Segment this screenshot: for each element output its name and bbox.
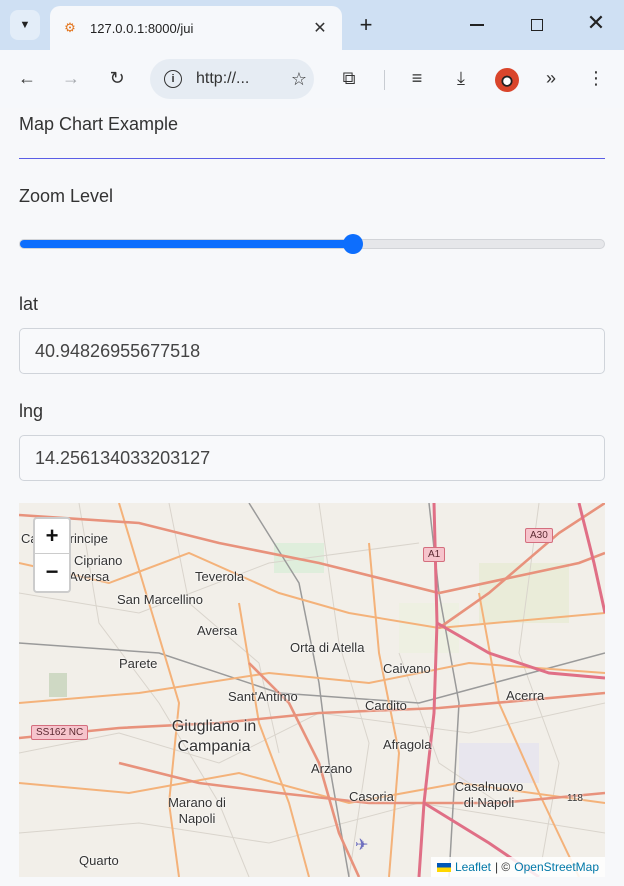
openstreetmap-link[interactable]: OpenStreetMap	[514, 860, 599, 874]
map-label: Casalnuovo di Napoli	[454, 779, 524, 810]
map-attribution: Leaflet | © OpenStreetMap	[430, 857, 605, 877]
road-shield: A30	[525, 528, 553, 543]
page-content: Map Chart Example Zoom Level lat lng	[0, 108, 624, 886]
url-text[interactable]: http://...	[196, 70, 284, 88]
tab-search-dropdown[interactable]: ▼	[10, 10, 40, 40]
map-label: Afragola	[383, 737, 432, 752]
maximize-icon[interactable]	[531, 19, 543, 31]
download-icon[interactable]: ⤓	[449, 66, 473, 90]
double-chevron-icon[interactable]: »	[539, 66, 563, 90]
map-label: Caivano	[383, 661, 431, 676]
map-label: Orta di Atella	[290, 640, 365, 655]
browser-tab[interactable]: ⚙ 127.0.0.1:8000/jui ✕	[50, 6, 342, 50]
chevron-down-icon: ▼	[19, 19, 31, 31]
zoom-in-button[interactable]: +	[35, 519, 69, 554]
map-label: Aversa	[69, 569, 110, 584]
title-divider	[19, 158, 605, 159]
ukraine-flag-icon	[436, 862, 451, 872]
media-list-icon[interactable]: ≡	[405, 66, 429, 90]
star-icon[interactable]: ☆	[284, 69, 314, 90]
address-bar[interactable]: i http://... ☆	[150, 59, 314, 99]
python-favicon-icon: ⚙	[64, 20, 76, 35]
zoom-slider-thumb[interactable]	[342, 234, 363, 254]
map-label-major: Giugliano in Campania	[171, 718, 257, 755]
lat-label: lat	[19, 294, 39, 314]
lat-input[interactable]	[19, 328, 605, 374]
lng-label: lng	[19, 401, 44, 421]
map-view[interactable]: Ca Principe Cipriano Aversa Teverola San…	[19, 503, 605, 877]
browser-toolbar: ← → ↻ i http://... ☆ ⧉ ≡ ⤓ » ⋮	[0, 50, 624, 108]
lng-input[interactable]	[19, 435, 605, 481]
map-label: Cipriano	[74, 553, 123, 568]
arrow-left-icon[interactable]: ←	[15, 66, 39, 90]
avatar-icon[interactable]	[495, 68, 519, 92]
map-zoom-control: + −	[33, 517, 71, 593]
arrow-right-icon[interactable]: →	[59, 66, 83, 90]
window-close-icon[interactable]: ✕	[584, 10, 608, 36]
map-label: San Marcellino	[117, 592, 203, 607]
map-label: Parete	[119, 656, 158, 671]
close-icon[interactable]: ✕	[310, 18, 330, 38]
zoom-slider-fill	[20, 240, 353, 248]
plus-icon[interactable]: +	[354, 12, 378, 38]
leaflet-link[interactable]: Leaflet	[455, 860, 491, 874]
map-label: Teverola	[195, 569, 245, 584]
map-label: Quarto	[79, 853, 119, 868]
map-label: Casoria	[349, 789, 394, 804]
page-title: Map Chart Example	[19, 114, 179, 134]
attribution-separator: | ©	[494, 860, 511, 874]
reload-icon[interactable]: ↻	[105, 66, 129, 90]
map-label: Aversa	[197, 623, 238, 638]
road-shield: SS162 NC	[31, 725, 89, 740]
airport-icon: ✈	[355, 837, 369, 854]
zoom-out-button[interactable]: −	[35, 554, 69, 589]
minimize-icon[interactable]	[470, 24, 484, 26]
toolbar-divider	[384, 70, 385, 90]
tab-title: 127.0.0.1:8000/jui	[90, 20, 194, 36]
map-label: Acerra	[506, 688, 545, 703]
kebab-menu-icon[interactable]: ⋮	[584, 66, 608, 90]
map-label: Marano di Napoli	[168, 795, 226, 826]
zoom-label: Zoom Level	[19, 186, 114, 206]
map-label: Sant'Antimo	[228, 689, 298, 704]
tab-strip: ▼ ⚙ 127.0.0.1:8000/jui ✕ + ✕	[0, 0, 624, 50]
map-label: Arzano	[311, 761, 353, 776]
zoom-slider[interactable]	[19, 234, 605, 254]
puzzle-icon[interactable]: ⧉	[337, 66, 361, 90]
map-label: Cardito	[365, 698, 407, 713]
road-shield: A1	[423, 547, 446, 562]
road-number: 118	[567, 793, 583, 804]
info-icon[interactable]: i	[164, 70, 182, 88]
